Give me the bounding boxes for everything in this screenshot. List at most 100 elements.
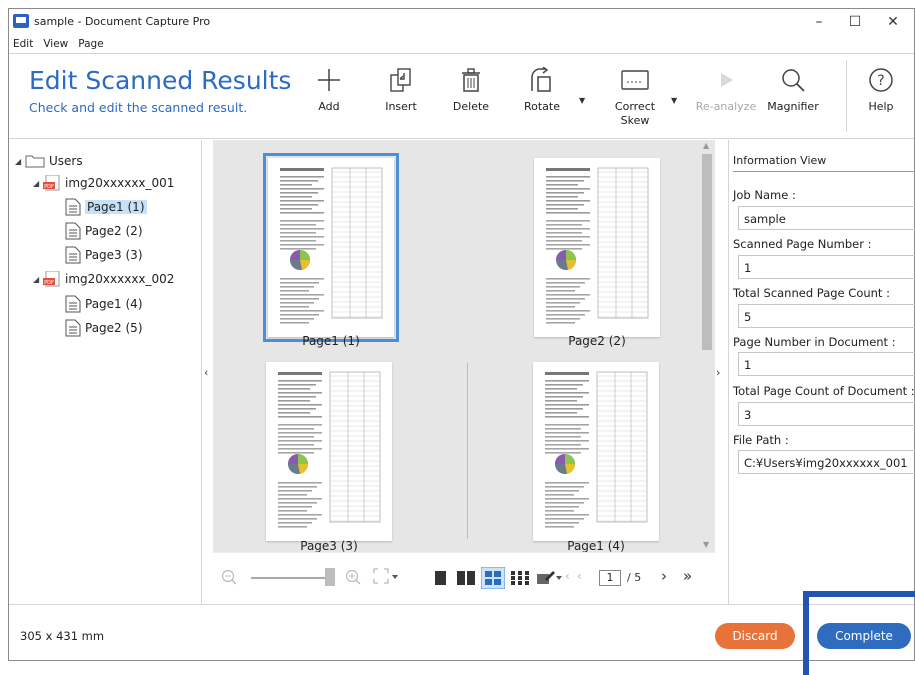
reanalyze-button[interactable]: Re-analyze [691, 60, 761, 132]
tree-page-item[interactable]: Page1 (1) [65, 196, 147, 218]
page-title: Edit Scanned Results [29, 66, 292, 95]
job-name-field[interactable]: sample [738, 206, 915, 230]
collapse-left-panel[interactable]: ‹ [203, 140, 213, 604]
vertical-scrollbar[interactable]: ▲ ▼ [699, 140, 715, 552]
insert-button[interactable]: Insert [366, 60, 436, 132]
trash-icon [436, 60, 506, 100]
pdf-icon: PDF [43, 175, 61, 191]
thumbnail-caption: Page1 (1) [302, 334, 360, 348]
page-preview-graphic [545, 371, 648, 528]
single-page-view-icon[interactable] [435, 571, 447, 588]
page-thumbnail[interactable] [534, 158, 660, 337]
thumbnail-list-view-icon[interactable] [511, 571, 529, 588]
skew-icon [600, 60, 670, 100]
insert-page-icon [366, 60, 436, 100]
svg-text:PDF: PDF [44, 280, 54, 286]
callout-highlight [803, 591, 915, 675]
chevron-right-icon: › [716, 366, 721, 379]
page-preview-graphic [546, 167, 649, 324]
app-icon [13, 14, 29, 28]
first-page-chevron-icon[interactable]: ‹ [565, 569, 570, 583]
window-title: sample - Document Capture Pro [34, 15, 211, 28]
total-scanned-count-label: Total Scanned Page Count : [733, 286, 890, 300]
collapse-arrow-icon[interactable]: ◢ [33, 275, 43, 284]
help-icon: ? [846, 60, 915, 100]
page-thumbnail[interactable] [533, 362, 659, 541]
thumbnail-caption: Page3 (3) [300, 539, 358, 553]
document-tree: ◢ Users ◢ PDF img20xxxxxx_001 Page1 (1) … [9, 140, 202, 604]
information-view-panel: Information View Job Name : sample Scann… [729, 140, 915, 604]
tree-page-item[interactable]: Page2 (5) [65, 317, 143, 339]
file-path-field[interactable]: C:¥Users¥img20xxxxxx_001 [738, 450, 915, 474]
tree-doc-2[interactable]: ◢ PDF img20xxxxxx_002 [33, 268, 174, 290]
scroll-up-icon[interactable]: ▲ [703, 141, 709, 150]
job-name-label: Job Name : [733, 188, 796, 202]
next-page-chevron-icon[interactable]: › [661, 567, 667, 585]
zoom-out-icon[interactable] [221, 569, 237, 588]
tree-page-item[interactable]: Page1 (4) [65, 293, 143, 315]
ribbon-toolbar: Edit Scanned Results Check and edit the … [9, 53, 914, 139]
page-thumbnail[interactable] [266, 362, 392, 541]
rotate-icon [507, 60, 577, 100]
magnifier-icon [758, 60, 828, 100]
two-page-view-icon[interactable] [457, 571, 475, 588]
page-icon [65, 295, 81, 313]
edit-page-icon[interactable] [537, 569, 563, 588]
collapse-right-panel[interactable]: › [715, 140, 729, 604]
play-icon [691, 60, 761, 100]
svg-text:PDF: PDF [44, 184, 54, 190]
rotate-button[interactable]: Rotate [507, 60, 577, 132]
zoom-slider[interactable] [251, 577, 331, 579]
prev-page-chevron-icon[interactable]: ‹ [577, 569, 582, 583]
maximize-button[interactable]: ☐ [837, 9, 873, 35]
minimize-button[interactable]: – [801, 9, 837, 35]
tree-page-item[interactable]: Page3 (3) [65, 244, 143, 266]
page-subtitle: Check and edit the scanned result. [29, 100, 248, 115]
close-button[interactable]: ✕ [875, 9, 911, 35]
add-button[interactable]: Add [294, 60, 364, 132]
page-in-document-field[interactable]: 1 [738, 352, 915, 376]
magnifier-button[interactable]: Magnifier [758, 60, 828, 132]
chevron-left-icon: ‹ [204, 366, 209, 379]
thumbnail-area: Page1 (1) Page2 (2) Page3 (3) Page1 (4) [213, 140, 715, 553]
skew-dropdown-caret[interactable]: ▼ [671, 96, 677, 105]
page-icon [65, 198, 81, 216]
scanned-page-number-field[interactable]: 1 [738, 255, 915, 279]
discard-button[interactable]: Discard [715, 623, 795, 649]
help-button[interactable]: ? Help [846, 60, 915, 132]
page-icon [65, 319, 81, 337]
page-preview-graphic [280, 167, 383, 324]
last-page-chevron-icon[interactable]: » [683, 567, 692, 585]
correct-skew-button[interactable]: Correct Skew [600, 60, 670, 132]
thumbnail-caption: Page2 (2) [568, 334, 626, 348]
page-in-document-label: Page Number in Document : [733, 335, 896, 349]
page-number-input[interactable]: 1 [599, 570, 621, 586]
total-document-count-field[interactable]: 3 [738, 402, 915, 426]
thumbnail-caption: Page1 (4) [567, 539, 625, 553]
zoom-slider-knob[interactable] [325, 568, 335, 586]
fit-view-icon[interactable] [373, 568, 399, 587]
scrollbar-thumb[interactable] [702, 154, 712, 350]
tree-doc-1[interactable]: ◢ PDF img20xxxxxx_001 [33, 172, 174, 194]
menu-edit[interactable]: Edit [9, 35, 33, 50]
delete-button[interactable]: Delete [436, 60, 506, 132]
page-dimensions: 305 x 431 mm [20, 629, 105, 643]
zoom-in-icon[interactable] [345, 569, 361, 588]
tree-page-item[interactable]: Page2 (2) [65, 220, 143, 242]
menu-page[interactable]: Page [74, 35, 103, 50]
collapse-arrow-icon[interactable]: ◢ [15, 157, 25, 166]
scanned-page-number-label: Scanned Page Number : [733, 237, 872, 251]
total-scanned-count-field[interactable]: 5 [738, 304, 915, 328]
grid-view-icon[interactable] [480, 566, 506, 592]
page-thumbnail[interactable] [263, 153, 399, 342]
total-document-count-label: Total Page Count of Document : [733, 384, 915, 398]
title-bar: sample - Document Capture Pro – ☐ ✕ [9, 9, 914, 35]
status-bar: 305 x 431 mm Discard Complete [9, 604, 914, 662]
rotate-dropdown-caret[interactable]: ▼ [579, 96, 585, 105]
tree-root-users[interactable]: ◢ Users [15, 150, 83, 172]
pdf-icon: PDF [43, 271, 61, 287]
thumbnail-divider [467, 363, 468, 539]
menu-view[interactable]: View [39, 35, 68, 50]
collapse-arrow-icon[interactable]: ◢ [33, 179, 43, 188]
scroll-down-icon[interactable]: ▼ [703, 540, 709, 549]
